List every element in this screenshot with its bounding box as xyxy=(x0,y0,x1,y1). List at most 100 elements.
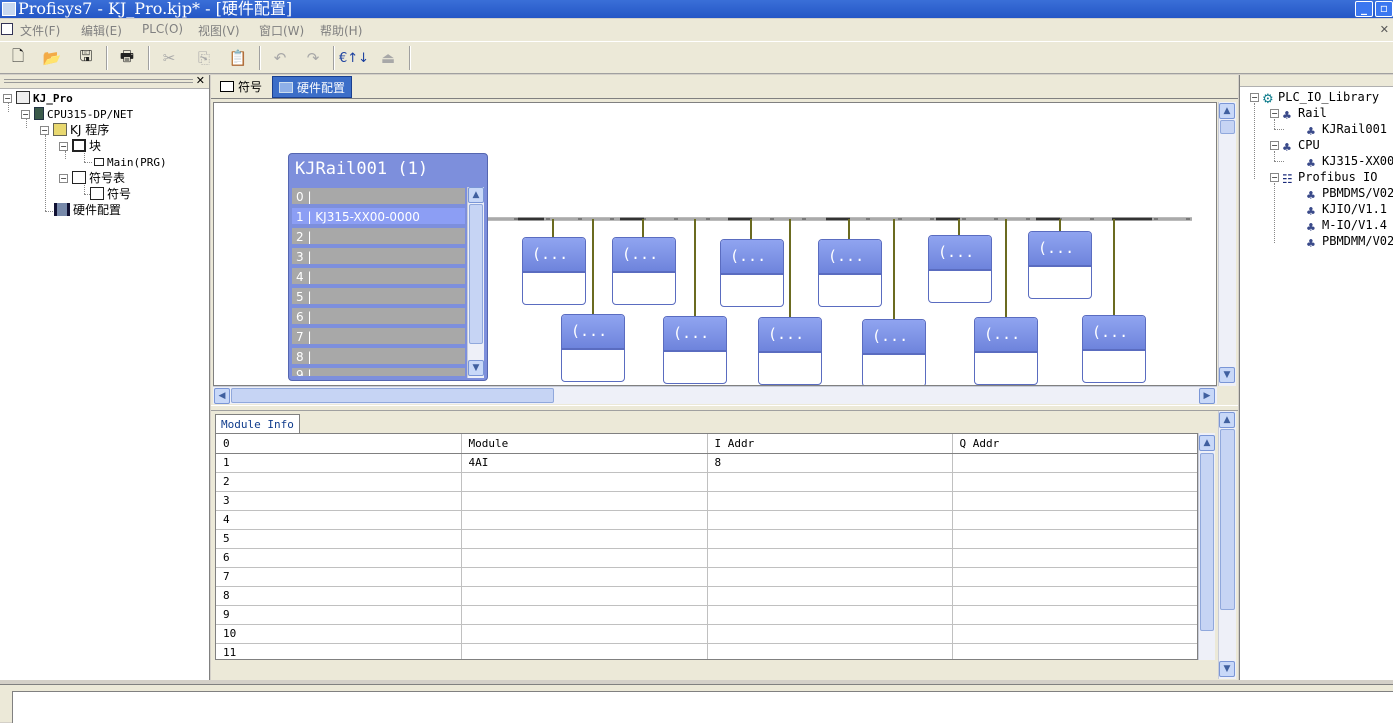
scroll-up-icon[interactable]: ▲ xyxy=(1219,412,1235,428)
tree-item-symbol[interactable]: 符号 xyxy=(90,186,131,202)
table-cell[interactable] xyxy=(461,472,708,492)
save-icon[interactable]: 🖫 xyxy=(74,46,98,70)
io-module[interactable]: (... xyxy=(720,239,784,307)
table-cell[interactable] xyxy=(461,510,708,530)
table-cell[interactable]: 5 xyxy=(216,529,462,549)
table-cell[interactable]: 3 xyxy=(216,491,462,511)
table-cell[interactable]: 7 xyxy=(216,567,462,587)
collapse-icon[interactable]: − xyxy=(3,94,12,103)
scroll-down-icon[interactable]: ▼ xyxy=(468,360,484,376)
tree-item-library-root[interactable]: − ⚙ PLC_IO_Library xyxy=(1250,89,1379,106)
table-cell[interactable] xyxy=(707,643,953,659)
hardware-canvas[interactable]: KJRail001 (1) 0 | 1 | KJ315-XX00-0000 2 … xyxy=(213,102,1217,386)
tree-item-project[interactable]: − KJ_Pro xyxy=(3,90,73,106)
column-header[interactable]: Module xyxy=(461,434,708,454)
rack-slot[interactable]: 7 | xyxy=(292,328,465,346)
io-module[interactable]: (... xyxy=(1028,231,1092,299)
rack-kjrail001[interactable]: KJRail001 (1) 0 | 1 | KJ315-XX00-0000 2 … xyxy=(288,153,488,381)
canvas-vertical-scrollbar[interactable]: ▲ ▼ xyxy=(1218,102,1236,386)
column-header[interactable]: 0 xyxy=(216,434,462,454)
rack-slot[interactable]: 2 | xyxy=(292,228,465,246)
table-row[interactable]: 4 xyxy=(216,510,1197,530)
table-cell[interactable]: 8 xyxy=(707,453,953,473)
table-row[interactable]: 6 xyxy=(216,548,1197,568)
tree-item-rail-kjrail001[interactable]: ♣ KJRail001 xyxy=(1306,121,1387,138)
table-row[interactable]: 8 xyxy=(216,586,1197,606)
tree-item-profibus[interactable]: − ☷ Profibus IO xyxy=(1270,169,1377,186)
table-cell[interactable] xyxy=(461,605,708,625)
table-cell[interactable] xyxy=(707,567,953,587)
tab-symbol[interactable]: 符号 xyxy=(214,76,268,98)
rack-slot[interactable]: 3 | xyxy=(292,248,465,266)
tree-item-main[interactable]: Main(PRG) xyxy=(90,154,167,170)
tab-module-info[interactable]: Module Info xyxy=(215,414,300,433)
menu-file[interactable]: 文件(F) xyxy=(20,22,60,39)
table-cell[interactable] xyxy=(707,510,953,530)
collapse-icon[interactable]: − xyxy=(1250,93,1259,102)
menu-window[interactable]: 窗口(W) xyxy=(259,22,304,39)
scroll-down-icon[interactable]: ▼ xyxy=(1219,367,1235,383)
scroll-up-icon[interactable]: ▲ xyxy=(1219,103,1235,119)
table-row[interactable]: 5 xyxy=(216,529,1197,549)
table-cell[interactable] xyxy=(952,510,1197,530)
table-cell[interactable] xyxy=(707,472,953,492)
menu-edit[interactable]: 编辑(E) xyxy=(81,22,122,39)
tree-item-profibus-device[interactable]: ♣ PBMDMS/V02 xyxy=(1306,185,1393,202)
io-module[interactable]: (... xyxy=(974,317,1038,385)
table-cell[interactable]: 4AI xyxy=(461,453,708,473)
tree-item-hw-config[interactable]: 硬件配置 xyxy=(50,202,121,218)
tab-hardware-config[interactable]: 硬件配置 xyxy=(272,76,353,98)
table-cell[interactable] xyxy=(952,453,1197,473)
io-module[interactable]: (... xyxy=(663,316,727,384)
cut-icon[interactable]: ✂ xyxy=(157,46,181,70)
collapse-icon[interactable]: − xyxy=(59,142,68,151)
rack-slot[interactable]: 8 | xyxy=(292,348,465,366)
rack-slot[interactable]: 4 | xyxy=(292,268,465,286)
io-module[interactable]: (... xyxy=(928,235,992,303)
table-cell[interactable] xyxy=(461,548,708,568)
table-cell[interactable] xyxy=(952,529,1197,549)
tree-item-profibus-device[interactable]: ♣ M-IO/V1.4 xyxy=(1306,217,1387,234)
tree-item-blocks[interactable]: − 块 xyxy=(59,138,101,154)
scroll-right-icon[interactable]: ▶ xyxy=(1199,388,1215,404)
grid-vertical-scrollbar[interactable]: ▲ xyxy=(1198,433,1215,660)
scroll-thumb[interactable] xyxy=(231,388,554,403)
lower-vertical-scrollbar[interactable]: ▲ ▼ xyxy=(1218,411,1236,679)
scroll-down-icon[interactable]: ▼ xyxy=(1219,661,1235,677)
download-icon[interactable]: ⏏ xyxy=(376,46,400,70)
tree-item-program[interactable]: − KJ 程序 xyxy=(40,122,109,138)
rack-slot[interactable]: 0 | xyxy=(292,188,465,206)
table-row[interactable]: 1 4AI 8 xyxy=(216,453,1197,473)
redo-icon[interactable]: ↷ xyxy=(301,46,325,70)
table-row[interactable]: 7 xyxy=(216,567,1197,587)
table-cell[interactable] xyxy=(461,643,708,659)
table-cell[interactable]: 11 xyxy=(216,643,462,659)
table-cell[interactable] xyxy=(952,491,1197,511)
menu-help[interactable]: 帮助(H) xyxy=(320,22,362,39)
table-cell[interactable] xyxy=(707,548,953,568)
io-module[interactable]: (... xyxy=(862,319,926,385)
collapse-icon[interactable]: − xyxy=(1270,141,1279,150)
table-cell[interactable] xyxy=(461,624,708,644)
scroll-left-icon[interactable]: ◀ xyxy=(214,388,230,404)
open-folder-icon[interactable]: 📂 xyxy=(40,46,64,70)
table-cell[interactable] xyxy=(461,491,708,511)
table-cell[interactable] xyxy=(707,586,953,606)
table-cell[interactable] xyxy=(707,624,953,644)
tree-item-symbol-table[interactable]: − 符号表 xyxy=(59,170,125,186)
scroll-thumb[interactable] xyxy=(1220,120,1235,134)
restore-button[interactable]: ▫ xyxy=(1375,1,1393,17)
collapse-icon[interactable]: − xyxy=(1270,173,1279,182)
table-cell[interactable]: 1 xyxy=(216,453,462,473)
table-cell[interactable] xyxy=(461,586,708,606)
table-cell[interactable] xyxy=(707,605,953,625)
rack-slot[interactable]: 6 | xyxy=(292,308,465,326)
tree-item-cpu[interactable]: − ♣ CPU xyxy=(1270,137,1320,154)
paste-icon[interactable]: 📋 xyxy=(226,46,250,70)
io-module[interactable]: (... xyxy=(1082,315,1146,383)
tree-item-profibus-device[interactable]: ♣ PBMDMM/V02 xyxy=(1306,233,1393,250)
output-area[interactable] xyxy=(12,691,1393,723)
scroll-thumb[interactable] xyxy=(1200,453,1214,631)
rack-slot[interactable]: 9 | xyxy=(292,368,465,378)
rack-slot[interactable]: 5 | xyxy=(292,288,465,306)
